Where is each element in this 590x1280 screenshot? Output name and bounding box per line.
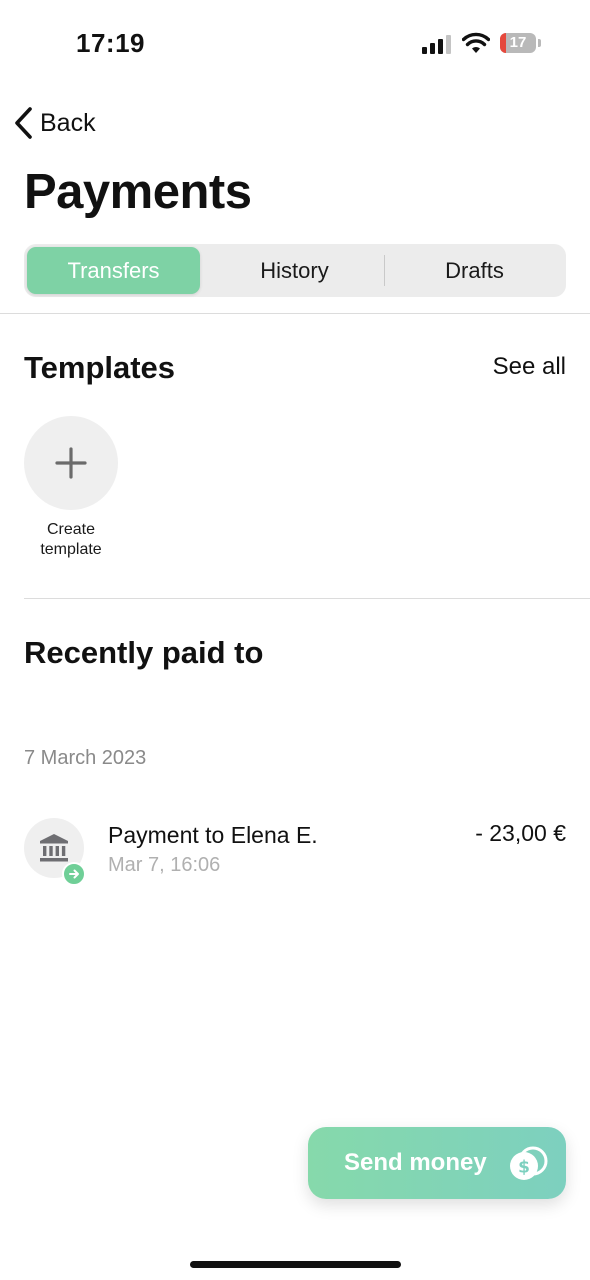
page-title: Payments — [24, 165, 252, 219]
payments-tabs: Transfers History Drafts — [24, 244, 566, 297]
divider — [0, 313, 590, 314]
home-indicator — [190, 1261, 401, 1268]
wifi-icon — [462, 32, 490, 53]
back-label: Back — [40, 108, 96, 137]
create-template-button[interactable]: Create template — [24, 416, 118, 558]
tab-divider — [384, 255, 385, 286]
payee-avatar — [24, 818, 86, 886]
send-money-button[interactable]: Send money $ — [308, 1127, 566, 1199]
chevron-left-icon — [15, 107, 32, 139]
list-item[interactable]: Payment to Elena E. Mar 7, 16:06 - 23,00… — [24, 812, 566, 888]
battery-nub — [538, 39, 541, 47]
tab-transfers[interactable]: Transfers — [27, 247, 200, 294]
create-template-circle — [24, 416, 118, 510]
tab-drafts[interactable]: Drafts — [388, 247, 561, 294]
svg-text:$: $ — [518, 1158, 530, 1178]
arrow-right-icon — [69, 869, 79, 879]
tab-history[interactable]: History — [208, 247, 381, 294]
see-all-link[interactable]: See all — [493, 353, 566, 381]
divider — [24, 598, 590, 599]
bank-icon — [40, 834, 68, 862]
outgoing-arrow-badge — [62, 862, 86, 886]
battery-icon: 17 — [500, 33, 536, 53]
templates-title: Templates — [24, 350, 176, 385]
payment-amount: - 23,00 € — [475, 820, 566, 846]
date-group-label: 7 March 2023 — [24, 747, 147, 769]
recently-paid-title: Recently paid to — [24, 635, 264, 670]
cellular-signal-icon — [422, 35, 451, 54]
battery-level: 17 — [509, 34, 527, 51]
status-time: 17:19 — [76, 28, 145, 58]
payment-timestamp: Mar 7, 16:06 — [108, 854, 221, 876]
send-money-label: Send money — [344, 1149, 487, 1176]
payee-name: Payment to Elena E. — [108, 822, 318, 848]
payments-screen: 17:19 17 Back Payments Transfers History… — [0, 0, 590, 1280]
create-template-label-line2: template — [40, 541, 102, 558]
coins-icon: $ — [510, 1146, 548, 1180]
create-template-label-line1: Create — [46, 521, 96, 538]
back-button[interactable]: Back — [12, 104, 96, 142]
create-template-label: Create template — [8, 520, 134, 560]
plus-icon — [55, 447, 87, 479]
status-bar: 17:19 17 — [0, 0, 590, 90]
